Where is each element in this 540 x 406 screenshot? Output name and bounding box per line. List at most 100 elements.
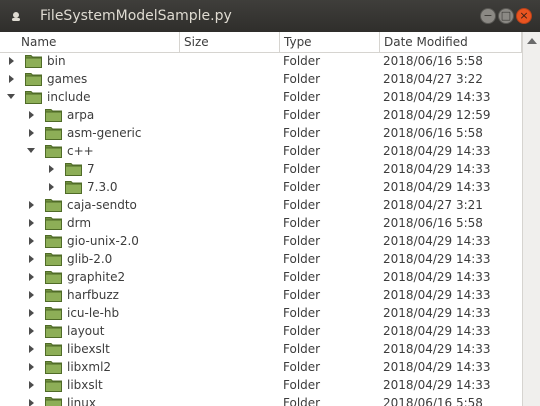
expand-arrow-icon[interactable]	[29, 381, 34, 389]
tree-row[interactable]: caja-sendto Folder 2018/04/27 3:21	[0, 196, 522, 214]
scroll-up-icon[interactable]	[527, 38, 537, 44]
folder-icon	[65, 181, 82, 194]
file-name: icu-le-hb	[67, 306, 120, 320]
file-type: Folder	[283, 90, 321, 104]
file-date-modified: 2018/04/27 3:22	[383, 72, 483, 86]
minimize-icon: −	[483, 9, 493, 22]
file-name: c++	[67, 144, 94, 158]
file-date-modified: 2018/06/16 5:58	[383, 54, 483, 68]
file-name: bin	[47, 54, 66, 68]
tree-row[interactable]: c++ Folder 2018/04/29 14:33	[0, 142, 522, 160]
tree-row[interactable]: libxslt Folder 2018/04/29 14:33	[0, 376, 522, 394]
file-type: Folder	[283, 180, 321, 194]
collapse-arrow-icon[interactable]	[7, 94, 15, 99]
expand-arrow-icon[interactable]	[9, 75, 14, 83]
header-size[interactable]: Size	[180, 32, 280, 52]
file-type: Folder	[283, 270, 321, 284]
title-bar[interactable]: FileSystemModelSample.py − □ ×	[0, 0, 540, 32]
expand-arrow-icon[interactable]	[29, 327, 34, 335]
expand-arrow-icon[interactable]	[29, 273, 34, 281]
tree-row[interactable]: glib-2.0 Folder 2018/04/29 14:33	[0, 250, 522, 268]
folder-icon	[25, 73, 42, 86]
file-date-modified: 2018/04/29 12:59	[383, 108, 491, 122]
expand-arrow-icon[interactable]	[29, 309, 34, 317]
expand-arrow-icon[interactable]	[49, 183, 54, 191]
header-name[interactable]: Name	[0, 32, 180, 52]
minimize-button[interactable]: −	[480, 8, 496, 24]
folder-icon	[45, 145, 62, 158]
file-date-modified: 2018/04/29 14:33	[383, 144, 491, 158]
folder-icon	[45, 307, 62, 320]
maximize-button[interactable]: □	[498, 8, 514, 24]
header-type[interactable]: Type	[280, 32, 380, 52]
file-name: libxml2	[67, 360, 112, 374]
file-type: Folder	[283, 54, 321, 68]
file-type: Folder	[283, 378, 321, 392]
header-date-modified[interactable]: Date Modified	[380, 32, 522, 52]
app-window: FileSystemModelSample.py − □ × Name Size…	[0, 0, 540, 406]
tree-row[interactable]: 7.3.0 Folder 2018/04/29 14:33	[0, 178, 522, 196]
file-type: Folder	[283, 288, 321, 302]
window-title: FileSystemModelSample.py	[40, 8, 232, 24]
expand-arrow-icon[interactable]	[29, 345, 34, 353]
tree-row[interactable]: libexslt Folder 2018/04/29 14:33	[0, 340, 522, 358]
folder-icon	[45, 343, 62, 356]
expand-arrow-icon[interactable]	[29, 255, 34, 263]
file-type: Folder	[283, 216, 321, 230]
tree-row[interactable]: libxml2 Folder 2018/04/29 14:33	[0, 358, 522, 376]
file-date-modified: 2018/04/29 14:33	[383, 324, 491, 338]
file-name: arpa	[67, 108, 95, 122]
file-name: drm	[67, 216, 92, 230]
expand-arrow-icon[interactable]	[29, 363, 34, 371]
expand-arrow-icon[interactable]	[29, 399, 34, 406]
tree-row[interactable]: 7 Folder 2018/04/29 14:33	[0, 160, 522, 178]
tree-row[interactable]: arpa Folder 2018/04/29 12:59	[0, 106, 522, 124]
tree-row[interactable]: linux Folder 2018/06/16 5:58	[0, 394, 522, 406]
folder-icon	[45, 253, 62, 266]
tree-row[interactable]: drm Folder 2018/06/16 5:58	[0, 214, 522, 232]
tree-row[interactable]: layout Folder 2018/04/29 14:33	[0, 322, 522, 340]
file-name: harfbuzz	[67, 288, 119, 302]
file-date-modified: 2018/04/29 14:33	[383, 234, 491, 248]
folder-icon	[45, 235, 62, 248]
expand-arrow-icon[interactable]	[29, 201, 34, 209]
file-date-modified: 2018/04/29 14:33	[383, 90, 491, 104]
tree-row[interactable]: asm-generic Folder 2018/06/16 5:58	[0, 124, 522, 142]
collapse-arrow-icon[interactable]	[27, 148, 35, 153]
tree-row[interactable]: icu-le-hb Folder 2018/04/29 14:33	[0, 304, 522, 322]
folder-icon	[65, 163, 82, 176]
tree-row[interactable]: games Folder 2018/04/27 3:22	[0, 70, 522, 88]
file-name: games	[47, 72, 88, 86]
file-date-modified: 2018/04/29 14:33	[383, 342, 491, 356]
file-date-modified: 2018/04/29 14:33	[383, 378, 491, 392]
file-type: Folder	[283, 360, 321, 374]
expand-arrow-icon[interactable]	[29, 237, 34, 245]
vertical-scrollbar[interactable]	[522, 32, 540, 406]
tree-row[interactable]: gio-unix-2.0 Folder 2018/04/29 14:33	[0, 232, 522, 250]
tree-row[interactable]: bin Folder 2018/06/16 5:58	[0, 52, 522, 70]
expand-arrow-icon[interactable]	[29, 111, 34, 119]
expand-arrow-icon[interactable]	[9, 57, 14, 65]
file-type: Folder	[283, 342, 321, 356]
expand-arrow-icon[interactable]	[29, 219, 34, 227]
expand-arrow-icon[interactable]	[29, 129, 34, 137]
folder-icon	[45, 217, 62, 230]
tree-row[interactable]: include Folder 2018/04/29 14:33	[0, 88, 522, 106]
folder-icon	[45, 199, 62, 212]
folder-icon	[45, 361, 62, 374]
file-type: Folder	[283, 144, 321, 158]
file-date-modified: 2018/04/27 3:21	[383, 198, 483, 212]
maximize-icon: □	[500, 9, 512, 22]
file-date-modified: 2018/04/29 14:33	[383, 162, 491, 176]
expand-arrow-icon[interactable]	[49, 165, 54, 173]
tree-row[interactable]: graphite2 Folder 2018/04/29 14:33	[0, 268, 522, 286]
folder-icon	[45, 109, 62, 122]
expand-arrow-icon[interactable]	[29, 291, 34, 299]
file-type: Folder	[283, 396, 321, 406]
tree-row[interactable]: harfbuzz Folder 2018/04/29 14:33	[0, 286, 522, 304]
close-button[interactable]: ×	[516, 8, 532, 24]
file-type: Folder	[283, 252, 321, 266]
file-name: libxslt	[67, 378, 103, 392]
file-date-modified: 2018/06/16 5:58	[383, 126, 483, 140]
file-type: Folder	[283, 108, 321, 122]
